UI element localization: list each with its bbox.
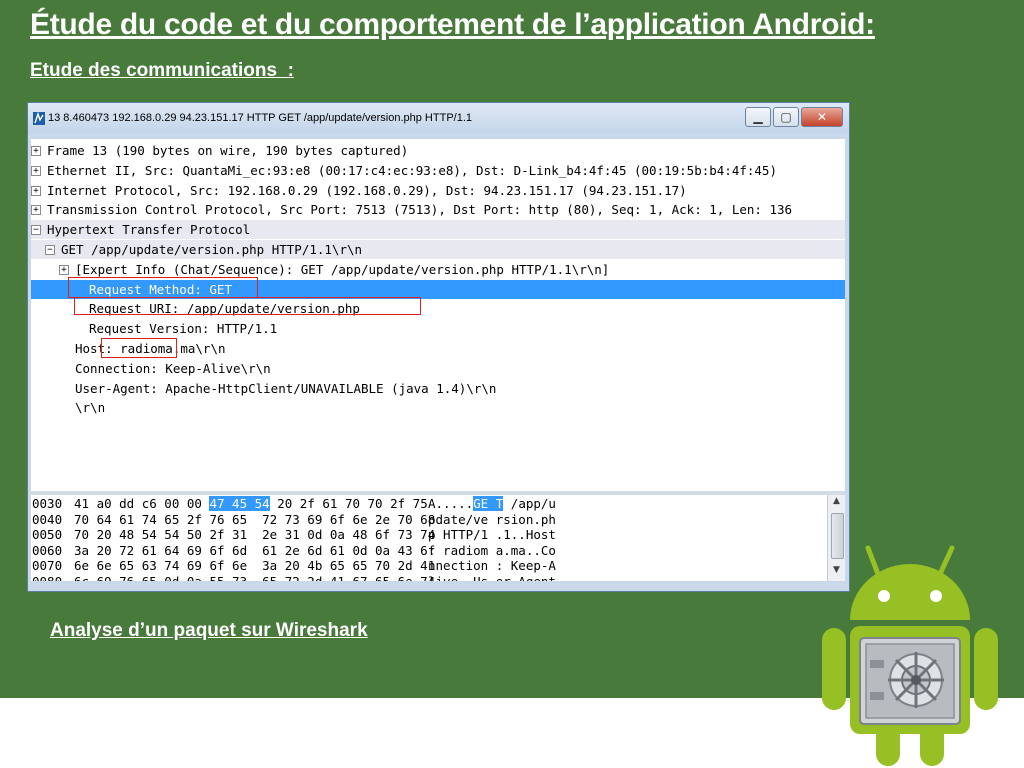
hex-ascii: p HTTP/1 .1..Host <box>428 527 556 543</box>
hex-offset: 0060 <box>32 542 63 558</box>
tree-row[interactable]: − Hypertext Transfer Protocol <box>31 220 845 240</box>
slide-subtitle: Etude des communications : <box>30 60 294 81</box>
ascii-text: p HTTP/1 .1..Host <box>428 527 556 542</box>
ascii-text: pdate/ve rsion.ph <box>428 511 556 527</box>
tree-row-label: Transmission Control Protocol, Src Port:… <box>47 202 793 218</box>
hex-offset: 0040 <box>32 511 63 527</box>
maximize-icon[interactable]: ▢ <box>773 107 799 127</box>
hex-offset: 0050 <box>32 527 63 542</box>
hex-row[interactable]: 0080 6c 69 76 65 0d 0a 55 73 65 72 2d 41 … <box>31 574 827 582</box>
tree-row-label: User-Agent: Apache-HttpClient/UNAVAILABL… <box>75 380 497 396</box>
hex-offset: 0070 <box>32 558 63 573</box>
scroll-up-icon[interactable]: ▲ <box>830 496 843 510</box>
close-icon[interactable]: ✕ <box>801 107 843 127</box>
hex-bytes: 3a 20 72 61 64 69 6f 6d 61 2e 6d 61 0d 0… <box>74 543 435 559</box>
tree-row-label: \r\n <box>75 400 106 416</box>
window-titlebar[interactable]: 13 8.460473 192.168.0.29 94.23.151.17 HT… <box>28 103 849 133</box>
hex-bytes-text: 3a 20 72 61 64 69 6f 6d 61 2e 6d 61 0d 0… <box>74 542 436 558</box>
tree-row[interactable]: Request Version: HTTP/1.1 <box>31 319 845 338</box>
hex-bytes: 70 20 48 54 54 50 2f 31 2e 31 0d 0a 48 6… <box>74 527 435 543</box>
hex-offset: 0030 <box>32 496 63 511</box>
hex-row[interactable]: 0070 6e 6e 65 63 74 69 6f 6e 3a 20 4b 65 … <box>31 558 827 574</box>
ascii-text: /app/u <box>503 496 556 511</box>
tree-row-label: Internet Protocol, Src: 192.168.0.29 (19… <box>47 182 687 198</box>
hex-bytes: 6c 69 76 65 0d 0a 55 73 65 72 2d 41 67 6… <box>74 574 435 582</box>
hex-bytes-text: 70 64 61 74 65 2f 76 65 72 73 69 6f 6e 2… <box>74 511 436 527</box>
annotation-highlight-box <box>101 338 177 358</box>
annotation-highlight-box <box>68 276 258 298</box>
wireshark-fin-icon <box>33 112 45 125</box>
hex-ascii: nnection : Keep-A <box>428 558 556 574</box>
tree-row-label: Hypertext Transfer Protocol <box>47 222 251 238</box>
tree-row[interactable]: + Frame 13 (190 bytes on wire, 190 bytes … <box>31 141 845 160</box>
hex-bytes-text: 70 20 48 54 54 50 2f 31 2e 31 0d 0a 48 6… <box>74 527 436 542</box>
packet-bytes-pane[interactable]: 0030 41 a0 dd c6 00 00 47 45 54 20 2f 61 … <box>31 495 827 581</box>
ascii-text: nnection : Keep-A <box>428 558 556 573</box>
tree-row[interactable]: Connection: Keep-Alive\r\n <box>31 359 845 378</box>
hex-bytes-selected: 47 45 54 <box>209 496 270 511</box>
slide-title: Étude du code et du comportement de l’ap… <box>30 8 875 41</box>
tree-row[interactable]: − GET /app/update/version.php HTTP/1.1\r\… <box>31 240 845 259</box>
tree-row-label: Request Version: HTTP/1.1 <box>89 321 278 337</box>
tree-row[interactable]: + Transmission Control Protocol, Src Port… <box>31 200 845 219</box>
ascii-text: live..Us er-Agent <box>428 573 556 582</box>
tree-row-label: Ethernet II, Src: QuantaMi_ec:93:e8 (00:… <box>47 162 777 178</box>
tree-row-label: GET /app/update/version.php HTTP/1.1\r\n <box>61 242 363 257</box>
tree-row[interactable]: User-Agent: Apache-HttpClient/UNAVAILABL… <box>31 379 845 398</box>
hex-row[interactable]: 0030 41 a0 dd c6 00 00 47 45 54 20 2f 61 … <box>31 496 827 512</box>
ascii-text: A..... <box>428 496 474 511</box>
hex-bytes: 41 a0 dd c6 00 00 47 45 54 20 2f 61 70 7… <box>74 496 428 512</box>
hex-ascii: pdate/ve rsion.ph <box>428 512 556 528</box>
collapse-icon[interactable]: − <box>31 225 41 236</box>
minimize-icon[interactable]: ▁ <box>745 107 771 127</box>
hex-bytes: 6e 6e 65 63 74 69 6f 6e 3a 20 4b 65 65 7… <box>74 558 435 574</box>
hex-bytes-text: 20 2f 61 70 70 2f 75 <box>269 496 428 511</box>
expand-icon[interactable]: + <box>31 205 41 216</box>
collapse-icon[interactable]: − <box>45 245 55 255</box>
hex-ascii: live..Us er-Agent <box>428 574 556 582</box>
expand-icon[interactable]: + <box>31 146 41 156</box>
hex-ascii: A.....GE T /app/u <box>428 496 556 512</box>
wireshark-packet-window: 13 8.460473 192.168.0.29 94.23.151.17 HT… <box>27 102 850 592</box>
hex-bytes-text: 6c 69 76 65 0d 0a 55 73 65 72 2d 41 67 6… <box>74 573 436 582</box>
packet-details-tree[interactable]: + Frame 13 (190 bytes on wire, 190 bytes … <box>31 139 845 491</box>
tree-row-label: Frame 13 (190 bytes on wire, 190 bytes c… <box>47 143 409 158</box>
annotation-highlight-box <box>74 297 421 316</box>
android-vault-robot <box>822 545 998 766</box>
tree-row[interactable]: + Internet Protocol, Src: 192.168.0.29 (1… <box>31 181 845 200</box>
expand-icon[interactable]: + <box>31 165 41 176</box>
slide-caption: Analyse d’un paquet sur Wireshark <box>50 620 368 641</box>
hex-offset: 0080 <box>32 573 63 582</box>
hex-bytes-text: 41 a0 dd c6 00 00 <box>74 496 210 511</box>
expand-icon[interactable]: + <box>31 185 41 196</box>
hex-row[interactable]: 0060 3a 20 72 61 64 69 6f 6d 61 2e 6d 61 … <box>31 543 827 559</box>
hex-ascii: : radiom a.ma..Co <box>428 543 556 559</box>
ascii-selected: GE T <box>473 496 504 511</box>
hex-bytes: 70 64 61 74 65 2f 76 65 72 73 69 6f 6e 2… <box>74 512 435 528</box>
ascii-text: : radiom a.ma..Co <box>428 542 556 558</box>
tree-row-label: Connection: Keep-Alive\r\n <box>75 360 271 376</box>
tree-row[interactable]: \r\n <box>31 398 845 417</box>
hex-row[interactable]: 0050 70 20 48 54 54 50 2f 31 2e 31 0d 0a … <box>31 527 827 543</box>
hex-bytes-text: 6e 6e 65 63 74 69 6f 6e 3a 20 4b 65 65 7… <box>74 558 436 573</box>
tree-row[interactable]: + Ethernet II, Src: QuantaMi_ec:93:e8 (00… <box>31 161 845 180</box>
window-title: 13 8.460473 192.168.0.29 94.23.151.17 HT… <box>48 112 472 124</box>
expand-icon[interactable]: + <box>59 264 69 275</box>
hex-row[interactable]: 0040 70 64 61 74 65 2f 76 65 72 73 69 6f … <box>31 512 827 528</box>
